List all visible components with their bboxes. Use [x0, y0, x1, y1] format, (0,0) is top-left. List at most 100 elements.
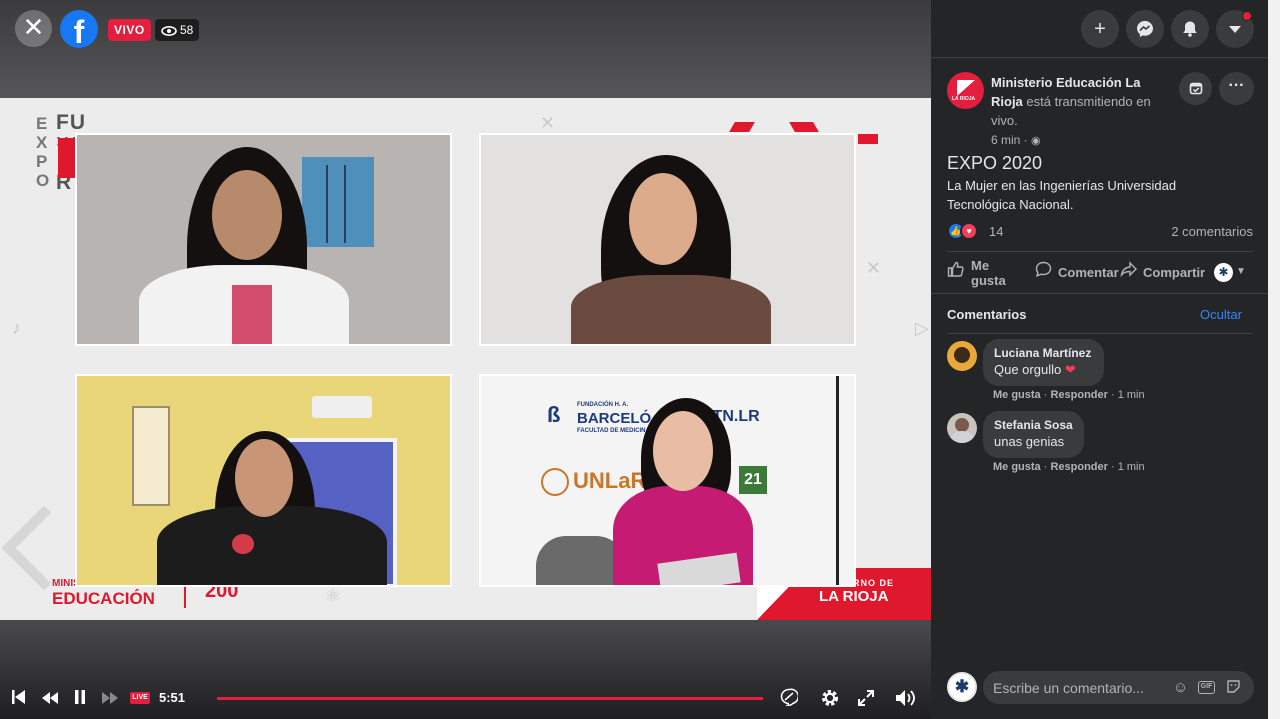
unlar-seal: [541, 468, 569, 496]
like-label: Me gusta: [971, 258, 1006, 288]
viewer-count-value: 58: [180, 23, 194, 37]
captions-button[interactable]: [780, 688, 800, 709]
hide-comments-link[interactable]: Ocultar: [1200, 307, 1242, 322]
fundacion-sub: FACULTAD DE MEDICINA: [577, 428, 650, 434]
fast-forward-icon: [102, 692, 118, 704]
ellipsis-icon: ···: [1228, 77, 1245, 94]
create-button[interactable]: +: [1081, 10, 1119, 48]
rewind-button[interactable]: [42, 691, 58, 707]
comment-composer[interactable]: ☺ GIF: [983, 671, 1254, 704]
divider: [931, 57, 1268, 58]
comment-time[interactable]: 1 min: [1118, 461, 1145, 473]
post-time[interactable]: 6 min ·: [991, 133, 1028, 147]
red-accent: [858, 134, 878, 144]
participant-face: [653, 411, 713, 491]
close-button[interactable]: ✕: [15, 10, 52, 47]
comment-count[interactable]: 2 comentarios: [1120, 224, 1253, 239]
comment-reply-link[interactable]: Responder: [1050, 461, 1107, 473]
share-icon: [1120, 261, 1137, 280]
gear-icon: [822, 690, 838, 706]
video-stage: ✕ ♪ ▷ ✕ ⚛ EXPO FU ››› R MINISTERIO DE ED…: [0, 98, 931, 620]
expo-red-accent: [58, 138, 76, 178]
heart-emoji-icon: ❤: [1064, 362, 1076, 377]
progress-bar[interactable]: [217, 697, 763, 700]
comment-like-link[interactable]: Me gusta: [993, 389, 1041, 401]
music-note-icon: ♪: [12, 318, 21, 338]
comment-input[interactable]: [993, 671, 1173, 704]
current-user-avatar[interactable]: ✱: [947, 672, 977, 702]
comment-author[interactable]: Luciana Martínez: [994, 345, 1093, 361]
avatar[interactable]: [947, 341, 977, 371]
live-badge: VIVO: [108, 19, 151, 41]
avatar[interactable]: [947, 413, 977, 443]
participant-face: [629, 173, 697, 265]
more-options-button[interactable]: ···: [1219, 72, 1254, 105]
page-avatar[interactable]: LA RIOJA: [947, 72, 984, 109]
red-accent: [789, 122, 819, 132]
video-player[interactable]: ✕ ♪ ▷ ✕ ⚛ EXPO FU ››› R MINISTERIO DE ED…: [0, 0, 931, 719]
caret-down-icon: [1229, 26, 1241, 33]
expo-vertical-text: EXPO: [36, 114, 50, 190]
participant-tile-4: ß FUNDACIÓN H. A. BARCELÓ FACULTAD DE ME…: [479, 374, 856, 587]
avatar-text: LA RIOJA: [952, 96, 976, 102]
viewer-count: 58: [155, 19, 200, 41]
live-indicator[interactable]: LIVE: [130, 692, 150, 704]
fundacion-name: BARCELÓ: [577, 410, 652, 427]
divider: [947, 251, 1253, 252]
reaction-count[interactable]: 14: [989, 224, 1003, 239]
comment-bubble: Stefania Sosa unas genias: [983, 411, 1084, 458]
comment-author[interactable]: Stefania Sosa: [994, 417, 1073, 433]
watermark-x-icon: ✕: [866, 258, 882, 278]
video-top-area: [0, 0, 931, 98]
ministerio-big-text: EDUCACIÓN: [52, 589, 155, 608]
fullscreen-button[interactable]: [858, 690, 874, 709]
skip-back-button[interactable]: [12, 689, 26, 708]
post-header: Ministerio Educación La Rioja está trans…: [991, 73, 1171, 130]
volume-button[interactable]: [895, 688, 917, 711]
messenger-button[interactable]: [1126, 10, 1164, 48]
speaker-icon: [896, 690, 915, 706]
gif-icon[interactable]: GIF: [1198, 681, 1215, 694]
comment-reply-link[interactable]: Responder: [1050, 389, 1107, 401]
participant-tile-1: [75, 133, 452, 346]
save-button[interactable]: [1179, 72, 1212, 105]
skip-to-start-icon: [12, 690, 25, 704]
settings-button[interactable]: [820, 688, 840, 711]
plus-icon: +: [1094, 18, 1106, 40]
watermark-icon: ✕: [540, 113, 556, 133]
comment-time[interactable]: 1 min: [1118, 389, 1145, 401]
love-reaction-icon: ♥: [960, 222, 978, 240]
atom-watermark-icon: ⚛: [325, 586, 342, 606]
post-description: La Mujer en las Ingenierías Universidad …: [947, 178, 1177, 212]
scrollbar[interactable]: [1268, 0, 1280, 719]
comment-icon: [1035, 261, 1052, 280]
comment-like-link[interactable]: Me gusta: [993, 461, 1041, 473]
divider: [931, 293, 1268, 294]
comment-actions: Me gusta · Responder · 1 min: [993, 461, 1145, 473]
participant-face: [235, 439, 293, 517]
facebook-logo[interactable]: f: [60, 10, 98, 48]
logo-divider: [184, 586, 186, 608]
notifications-button[interactable]: [1171, 10, 1209, 48]
wall-frame: [132, 406, 170, 506]
share-label: Compartir: [1143, 265, 1206, 280]
participant-face: [212, 170, 282, 260]
account-switcher-avatar[interactable]: ✱: [1214, 263, 1233, 282]
sticker-icon[interactable]: [1225, 679, 1242, 696]
rose-decoration: [232, 534, 254, 554]
close-icon: ✕: [22, 12, 45, 42]
pause-button[interactable]: [74, 690, 86, 707]
participant-tile-3: [75, 374, 452, 587]
forward-button[interactable]: [102, 691, 118, 707]
participant-tile-2: [479, 133, 856, 346]
caret-down-icon[interactable]: ▼: [1236, 266, 1246, 277]
stand-pole: [836, 376, 839, 585]
comment-text: Que orgullo: [994, 362, 1062, 377]
comment-actions: Me gusta · Responder · 1 min: [993, 389, 1145, 401]
pause-icon: [75, 690, 85, 704]
notification-dot: [1242, 11, 1252, 21]
emoji-icon[interactable]: ☺: [1172, 679, 1189, 696]
comment-text: unas genias: [994, 434, 1065, 449]
unlar-logo: UNLaR: [573, 468, 647, 493]
messenger-icon: [1137, 21, 1153, 37]
